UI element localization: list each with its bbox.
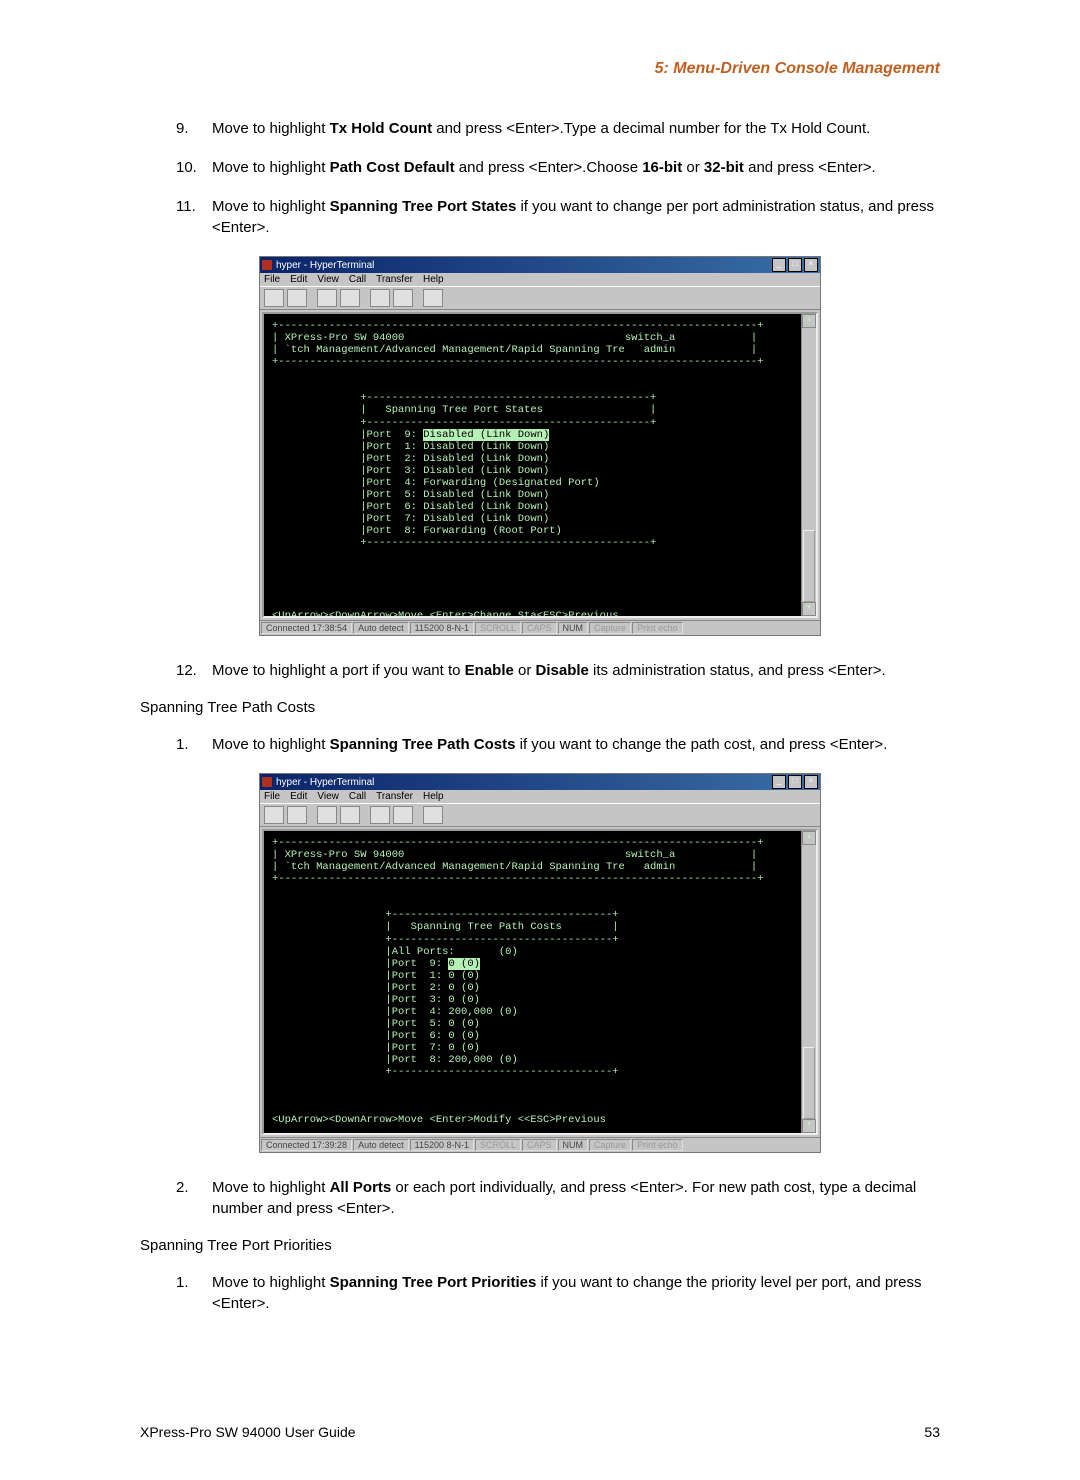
menu-edit[interactable]: Edit (290, 274, 307, 285)
step-text: Move to highlight All Ports or each port… (212, 1177, 940, 1219)
close-icon[interactable]: × (804, 258, 818, 272)
menu-call[interactable]: Call (349, 274, 366, 285)
toolbar (260, 286, 820, 310)
status-connected: Connected 17:38:54 (261, 622, 352, 634)
footer-title: XPress-Pro SW 94000 User Guide (140, 1424, 356, 1440)
toolbar-icon[interactable] (264, 806, 284, 824)
status-detect: Auto detect (353, 622, 409, 634)
toolbar-icon[interactable] (423, 806, 443, 824)
step-text: Move to highlight Spanning Tree Port Pri… (212, 1272, 940, 1314)
step-text: Move to highlight Tx Hold Count and pres… (212, 118, 940, 139)
section-header: 5: Menu-Driven Console Management (140, 60, 940, 78)
status-detect: Auto detect (353, 1139, 409, 1151)
toolbar-icon[interactable] (287, 806, 307, 824)
toolbar-icon[interactable] (393, 806, 413, 824)
minimize-icon[interactable]: _ (772, 258, 786, 272)
status-print: Print echo (632, 1139, 683, 1151)
step-9: 9. Move to highlight Tx Hold Count and p… (176, 118, 940, 139)
step-number: 10. (176, 157, 212, 178)
menubar: File Edit View Call Transfer Help (260, 790, 820, 803)
step-number: 1. (176, 1272, 212, 1314)
toolbar-icon[interactable] (340, 806, 360, 824)
step-priority-1: 1. Move to highlight Spanning Tree Port … (176, 1272, 940, 1314)
status-baud: 115200 8-N-1 (410, 1139, 474, 1151)
status-num: NUM (558, 622, 589, 634)
status-print: Print echo (632, 622, 683, 634)
window-titlebar: hyper - HyperTerminal _ □ × (260, 257, 820, 273)
step-text: Move to highlight Path Cost Default and … (212, 157, 940, 178)
minimize-icon[interactable]: _ (772, 775, 786, 789)
step-number: 11. (176, 196, 212, 238)
menu-view[interactable]: View (317, 791, 339, 802)
scroll-up-icon[interactable]: ▲ (802, 314, 816, 328)
step-10: 10. Move to highlight Path Cost Default … (176, 157, 940, 178)
toolbar-icon[interactable] (370, 289, 390, 307)
status-capture: Capture (589, 622, 631, 634)
subheading-port-priorities: Spanning Tree Port Priorities (140, 1237, 940, 1254)
statusbar: Connected 17:38:54 Auto detect 115200 8-… (260, 620, 820, 635)
toolbar (260, 803, 820, 827)
scrollbar[interactable]: ▲ ▼ (801, 314, 816, 616)
toolbar-icon[interactable] (370, 806, 390, 824)
scroll-up-icon[interactable]: ▲ (802, 831, 816, 845)
status-caps: CAPS (522, 1139, 557, 1151)
page-footer: XPress-Pro SW 94000 User Guide 53 (140, 1424, 940, 1440)
step-pathcost-1: 1. Move to highlight Spanning Tree Path … (176, 734, 940, 755)
scroll-down-icon[interactable]: ▼ (802, 602, 816, 616)
toolbar-icon[interactable] (287, 289, 307, 307)
window-title: hyper - HyperTerminal (276, 777, 772, 788)
step-number: 2. (176, 1177, 212, 1219)
menu-call[interactable]: Call (349, 791, 366, 802)
menu-edit[interactable]: Edit (290, 791, 307, 802)
toolbar-icon[interactable] (317, 289, 337, 307)
toolbar-icon[interactable] (423, 289, 443, 307)
step-pathcost-2: 2. Move to highlight All Ports or each p… (176, 1177, 940, 1219)
menu-view[interactable]: View (317, 274, 339, 285)
hyperterminal-window-2: hyper - HyperTerminal _ □ × File Edit Vi… (259, 773, 821, 1153)
terminal-output: +---------------------------------------… (262, 829, 818, 1135)
menu-transfer[interactable]: Transfer (376, 791, 413, 802)
window-titlebar: hyper - HyperTerminal _ □ × (260, 774, 820, 790)
scrollbar[interactable]: ▲ ▼ (801, 831, 816, 1133)
app-icon (262, 260, 272, 270)
step-text: Move to highlight a port if you want to … (212, 660, 940, 681)
menu-file[interactable]: File (264, 791, 280, 802)
app-icon (262, 777, 272, 787)
close-icon[interactable]: × (804, 775, 818, 789)
status-caps: CAPS (522, 622, 557, 634)
toolbar-icon[interactable] (317, 806, 337, 824)
status-scroll: SCROLL (475, 1139, 521, 1151)
statusbar: Connected 17:39:28 Auto detect 115200 8-… (260, 1137, 820, 1152)
toolbar-icon[interactable] (264, 289, 284, 307)
maximize-icon[interactable]: □ (788, 258, 802, 272)
step-text: Move to highlight Spanning Tree Port Sta… (212, 196, 940, 238)
step-number: 9. (176, 118, 212, 139)
toolbar-icon[interactable] (340, 289, 360, 307)
step-11: 11. Move to highlight Spanning Tree Port… (176, 196, 940, 238)
scroll-down-icon[interactable]: ▼ (802, 1119, 816, 1133)
menu-file[interactable]: File (264, 274, 280, 285)
maximize-icon[interactable]: □ (788, 775, 802, 789)
status-capture: Capture (589, 1139, 631, 1151)
subheading-path-costs: Spanning Tree Path Costs (140, 699, 940, 716)
step-number: 1. (176, 734, 212, 755)
menu-help[interactable]: Help (423, 274, 444, 285)
menu-help[interactable]: Help (423, 791, 444, 802)
menu-transfer[interactable]: Transfer (376, 274, 413, 285)
step-number: 12. (176, 660, 212, 681)
step-12: 12. Move to highlight a port if you want… (176, 660, 940, 681)
toolbar-icon[interactable] (393, 289, 413, 307)
step-text: Move to highlight Spanning Tree Path Cos… (212, 734, 940, 755)
hyperterminal-window-1: hyper - HyperTerminal _ □ × File Edit Vi… (259, 256, 821, 636)
status-num: NUM (558, 1139, 589, 1151)
window-title: hyper - HyperTerminal (276, 260, 772, 271)
terminal-output: +---------------------------------------… (262, 312, 818, 618)
status-baud: 115200 8-N-1 (410, 622, 474, 634)
status-scroll: SCROLL (475, 622, 521, 634)
page-number: 53 (924, 1424, 940, 1440)
menubar: File Edit View Call Transfer Help (260, 273, 820, 286)
status-connected: Connected 17:39:28 (261, 1139, 352, 1151)
